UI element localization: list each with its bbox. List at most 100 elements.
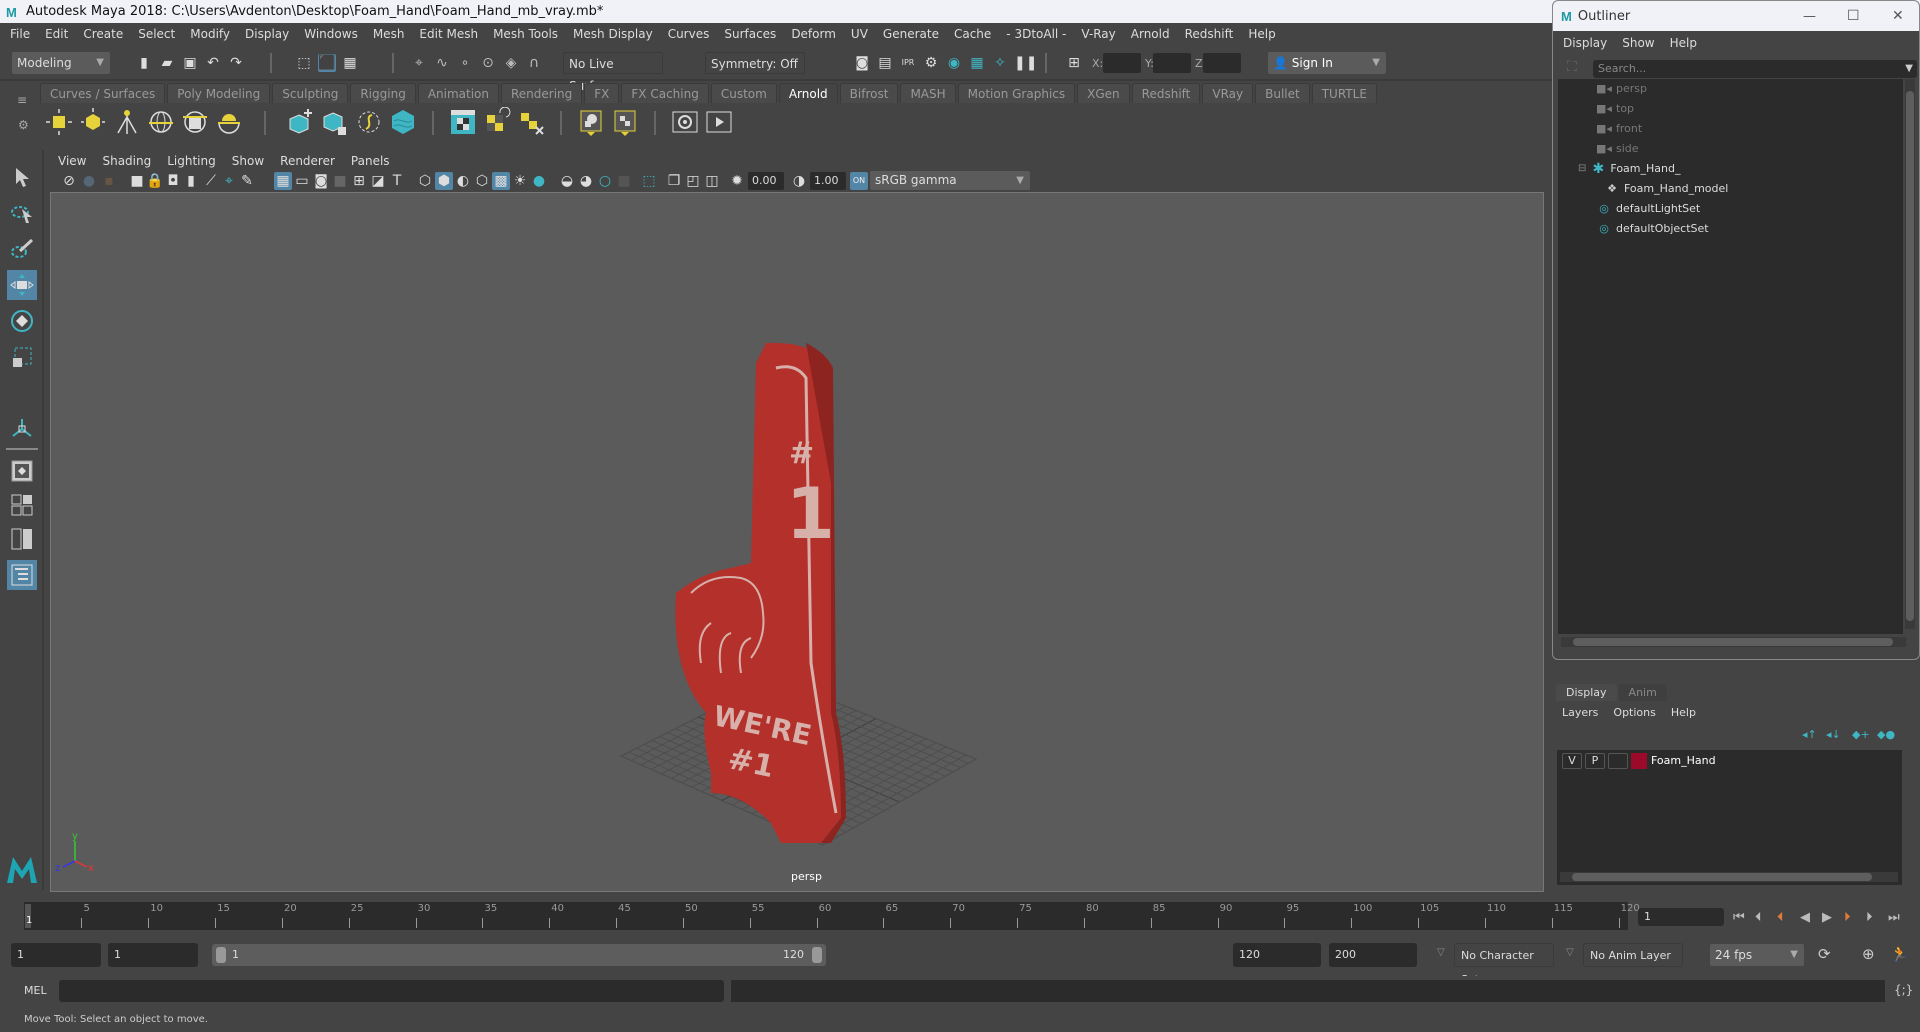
- color-space-dropdown[interactable]: sRGB gamma ▼: [870, 171, 1030, 190]
- shelf-tab-xgen[interactable]: XGen: [1077, 83, 1130, 103]
- menu-create[interactable]: Create: [83, 27, 123, 41]
- snap-curve-icon[interactable]: ∿: [433, 54, 451, 72]
- menu-curves[interactable]: Curves: [668, 27, 710, 41]
- xray-joints-icon[interactable]: ◫: [703, 172, 721, 190]
- outliner-item-persp[interactable]: ■◂ persp: [1596, 79, 1647, 99]
- redo-icon[interactable]: ↷: [227, 54, 245, 72]
- shelf-tab-bullet[interactable]: Bullet: [1255, 83, 1310, 103]
- xray-icon[interactable]: ❐: [665, 172, 683, 190]
- shelf-menu-icon[interactable]: ≡: [17, 93, 27, 107]
- filter-icon[interactable]: ⛶: [1567, 59, 1577, 75]
- step-back-frame-icon[interactable]: ⏴: [1755, 910, 1762, 925]
- menu-display[interactable]: Display: [245, 27, 289, 41]
- step-forward-key-icon[interactable]: ⏵: [1844, 910, 1851, 925]
- menu-deform[interactable]: Deform: [791, 27, 836, 41]
- ipr-render-icon[interactable]: IPR: [899, 54, 917, 72]
- layer-menu-layers[interactable]: Layers: [1562, 706, 1598, 719]
- skydome-light-icon[interactable]: [146, 107, 176, 137]
- minimize-icon[interactable]: —: [1803, 9, 1816, 24]
- 3d-viewport[interactable]: # 1 WE'RE #1 y x z persp: [50, 192, 1544, 892]
- smooth-shade-icon[interactable]: ⬢: [435, 172, 453, 190]
- render-frame-icon[interactable]: ▤: [876, 54, 894, 72]
- layer-name[interactable]: Foam_Hand: [1651, 754, 1716, 767]
- open-scene-icon[interactable]: ▰: [158, 54, 176, 72]
- lasso-tool-icon[interactable]: [7, 198, 37, 228]
- snap-view-plane-icon[interactable]: ⊙: [479, 54, 497, 72]
- range-start-handle[interactable]: [216, 947, 226, 963]
- outliner-item-front[interactable]: ■◂ front: [1596, 119, 1642, 139]
- time-slider[interactable]: 1 5 10 15 20 25 30 35 40 45 50 55 60 65 70 75 80 85 90 95 1…: [24, 902, 1640, 930]
- render-preview-icon[interactable]: [670, 107, 700, 137]
- move-layer-down-icon[interactable]: ◂↓: [1826, 728, 1841, 741]
- color-management-toggle-icon[interactable]: ON: [850, 172, 868, 190]
- single-perspective-view-icon[interactable]: [7, 456, 37, 486]
- flush-texture-cache-icon[interactable]: [482, 107, 512, 137]
- render-view-icon[interactable]: ◙: [853, 54, 871, 72]
- shelf-tab-fx[interactable]: FX: [584, 83, 620, 103]
- shelf-tab-curves-surfaces[interactable]: Curves / Surfaces: [40, 83, 166, 103]
- outliner-horizontal-scrollbar[interactable]: [1561, 637, 1906, 647]
- outliner-search-input[interactable]: Search... ▼: [1593, 60, 1917, 78]
- snap-surface-icon[interactable]: ◈: [502, 54, 520, 72]
- playback-start-field[interactable]: 1: [108, 943, 198, 967]
- outliner-layout-icon[interactable]: [7, 560, 37, 590]
- outliner-menu-display[interactable]: Display: [1563, 36, 1607, 50]
- move-layer-up-icon[interactable]: ◂↑: [1802, 728, 1817, 741]
- range-slider[interactable]: 1 120: [212, 944, 826, 966]
- layer-menu-options[interactable]: Options: [1613, 706, 1655, 719]
- select-object-icon[interactable]: ⬛: [318, 54, 336, 72]
- close-icon[interactable]: ✕: [1892, 8, 1904, 24]
- wireframe-on-shaded-icon[interactable]: ⬡: [473, 172, 491, 190]
- move-tool-icon[interactable]: [7, 270, 37, 300]
- chevron-down-icon[interactable]: ▼: [1905, 60, 1913, 78]
- select-component-icon[interactable]: ▦: [341, 54, 359, 72]
- animation-preferences-icon[interactable]: 🏃: [1890, 945, 1909, 963]
- snap-grid-icon[interactable]: ⌖: [410, 54, 428, 72]
- gamma-field[interactable]: 1.00: [810, 172, 846, 190]
- depth-of-field-icon[interactable]: ■: [615, 172, 633, 190]
- menu-windows[interactable]: Windows: [304, 27, 358, 41]
- four-view-layout-icon[interactable]: [7, 490, 37, 520]
- grease-draw-icon[interactable]: ✎: [238, 172, 256, 190]
- menu-3dtoall[interactable]: - 3DtoAll -: [1006, 27, 1066, 41]
- physical-sky-icon[interactable]: [180, 107, 210, 137]
- volume-icon[interactable]: [388, 107, 418, 137]
- shelf-tab-rendering[interactable]: Rendering: [501, 83, 583, 103]
- sun-light-icon[interactable]: [214, 107, 244, 137]
- save-scene-icon[interactable]: ▣: [181, 54, 199, 72]
- select-hierarchy-icon[interactable]: ⬚: [295, 54, 313, 72]
- shelf-tab-rigging[interactable]: Rigging: [350, 83, 416, 103]
- fps-dropdown[interactable]: 24 fps ▼: [1710, 944, 1804, 966]
- material-assign-icon[interactable]: [576, 107, 606, 137]
- outliner-item-foam-hand-group[interactable]: ⊟ ✱ Foam_Hand_: [1578, 159, 1680, 179]
- photometric-light-icon[interactable]: [112, 107, 142, 137]
- outliner-menu-help[interactable]: Help: [1670, 36, 1697, 50]
- menu-mesh[interactable]: Mesh: [373, 27, 405, 41]
- flush-all-caches-icon[interactable]: [516, 107, 546, 137]
- 2d-pan-zoom-icon[interactable]: ⌖: [220, 172, 238, 190]
- layer-horizontal-scrollbar[interactable]: [1560, 872, 1898, 882]
- shelf-tab-custom[interactable]: Custom: [710, 83, 777, 103]
- menu-generate[interactable]: Generate: [883, 27, 939, 41]
- layer-row[interactable]: V P Foam_Hand: [1557, 750, 1902, 772]
- isolate-select-icon[interactable]: ⬚: [640, 172, 658, 190]
- curve-collector-icon[interactable]: [354, 107, 384, 137]
- safe-title-icon[interactable]: T: [388, 172, 406, 190]
- panel-menu-show[interactable]: Show: [232, 154, 264, 168]
- texture-assign-icon[interactable]: [610, 107, 640, 137]
- grease-pencil-icon[interactable]: ⟋: [202, 172, 220, 190]
- shelf-tab-fx-caching[interactable]: FX Caching: [621, 83, 709, 103]
- panel-menu-panels[interactable]: Panels: [351, 154, 390, 168]
- shelf-tab-bifrost[interactable]: Bifrost: [839, 83, 899, 103]
- play-forwards-icon[interactable]: ▶: [1822, 910, 1832, 925]
- lock-camera-icon[interactable]: 🔒: [146, 172, 164, 190]
- wireframe-icon[interactable]: ⬡: [416, 172, 434, 190]
- new-scene-icon[interactable]: ▮: [135, 54, 153, 72]
- panel-menu-shading[interactable]: Shading: [102, 154, 151, 168]
- area-light-icon[interactable]: [44, 107, 74, 137]
- hypershade-icon[interactable]: ◉: [945, 54, 963, 72]
- motion-blur-icon[interactable]: ◕: [577, 172, 595, 190]
- exposure-field[interactable]: 0.00: [748, 172, 784, 190]
- menu-edit[interactable]: Edit: [45, 27, 68, 41]
- menu-surfaces[interactable]: Surfaces: [724, 27, 776, 41]
